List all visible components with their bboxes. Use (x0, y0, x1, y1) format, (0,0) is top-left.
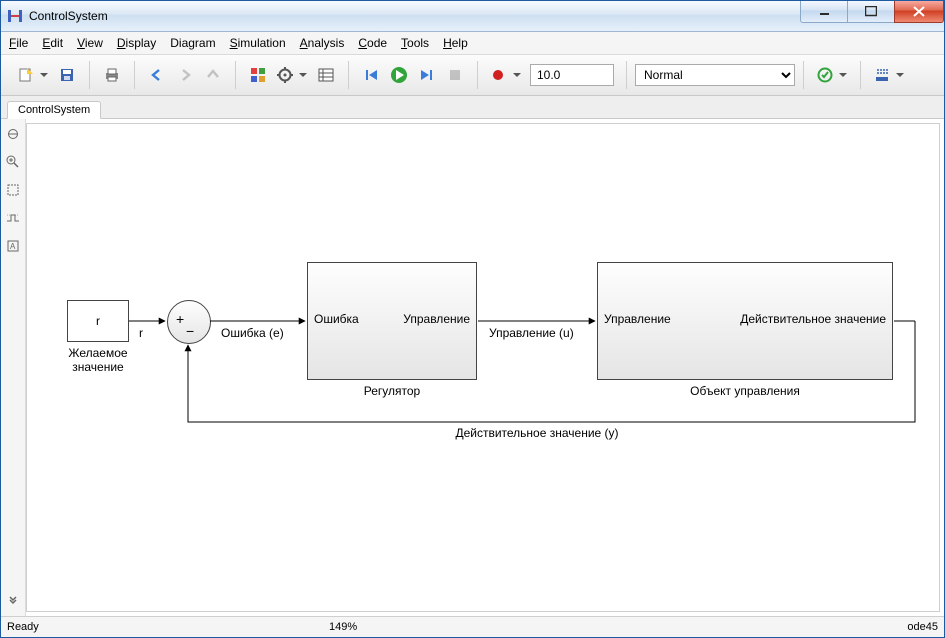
step-back-button[interactable] (358, 62, 384, 88)
record-button[interactable] (487, 62, 525, 88)
svg-text:A: A (10, 242, 16, 251)
expand-icon[interactable] (4, 592, 22, 610)
minimize-button[interactable] (800, 1, 848, 23)
menu-edit[interactable]: Edit (42, 36, 63, 50)
app-window: ControlSystem File Edit View Display Dia… (0, 0, 945, 638)
stop-button[interactable] (442, 62, 468, 88)
menu-simulation[interactable]: Simulation (230, 36, 286, 50)
zoom-in-icon[interactable] (4, 153, 22, 171)
hide-browser-icon[interactable] (4, 125, 22, 143)
window-title: ControlSystem (29, 9, 108, 23)
menu-file[interactable]: File (9, 36, 28, 50)
menu-display[interactable]: Display (117, 36, 156, 50)
model-explorer-button[interactable] (313, 62, 339, 88)
maximize-button[interactable] (847, 1, 895, 23)
new-model-button[interactable] (14, 62, 52, 88)
canvas-toolbar: A (1, 119, 26, 616)
status-solver: ode45 (907, 621, 938, 633)
print-button[interactable] (99, 62, 125, 88)
app-icon (7, 8, 23, 24)
fit-to-view-icon[interactable] (4, 181, 22, 199)
content-area: A r Желаемое значение r + − Ошибка (e) (1, 119, 944, 616)
save-button[interactable] (54, 62, 80, 88)
titlebar: ControlSystem (1, 1, 944, 32)
menu-code[interactable]: Code (358, 36, 387, 50)
back-button[interactable] (144, 62, 170, 88)
tab-controlsystem[interactable]: ControlSystem (7, 101, 101, 119)
close-button[interactable] (894, 1, 944, 23)
library-browser-button[interactable] (245, 62, 271, 88)
status-ready: Ready (7, 621, 39, 633)
build-button[interactable] (813, 62, 851, 88)
menu-view[interactable]: View (77, 36, 103, 50)
run-button[interactable] (386, 62, 412, 88)
tabstrip: ControlSystem (1, 96, 944, 119)
annotations-icon[interactable]: A (4, 237, 22, 255)
statusbar: Ready 149% ode45 (1, 616, 944, 637)
up-button[interactable] (200, 62, 226, 88)
toggle-sample-time-icon[interactable] (4, 209, 22, 227)
diagram-canvas[interactable]: r Желаемое значение r + − Ошибка (e) Оши… (26, 123, 940, 612)
forward-button[interactable] (172, 62, 198, 88)
step-forward-button[interactable] (414, 62, 440, 88)
simulation-mode-select[interactable]: Normal (635, 64, 795, 86)
deploy-button[interactable] (870, 62, 908, 88)
menubar: File Edit View Display Diagram Simulatio… (1, 32, 944, 55)
tab-label: ControlSystem (18, 104, 90, 116)
menu-tools[interactable]: Tools (401, 36, 429, 50)
model-config-button[interactable] (273, 62, 311, 88)
menu-diagram[interactable]: Diagram (170, 36, 215, 50)
menu-help[interactable]: Help (443, 36, 468, 50)
menu-analysis[interactable]: Analysis (300, 36, 345, 50)
stop-time-input[interactable] (530, 64, 614, 86)
window-controls (801, 1, 944, 23)
signal-lines (27, 124, 937, 604)
status-zoom: 149% (329, 621, 357, 633)
toolbar: Normal (1, 55, 944, 96)
